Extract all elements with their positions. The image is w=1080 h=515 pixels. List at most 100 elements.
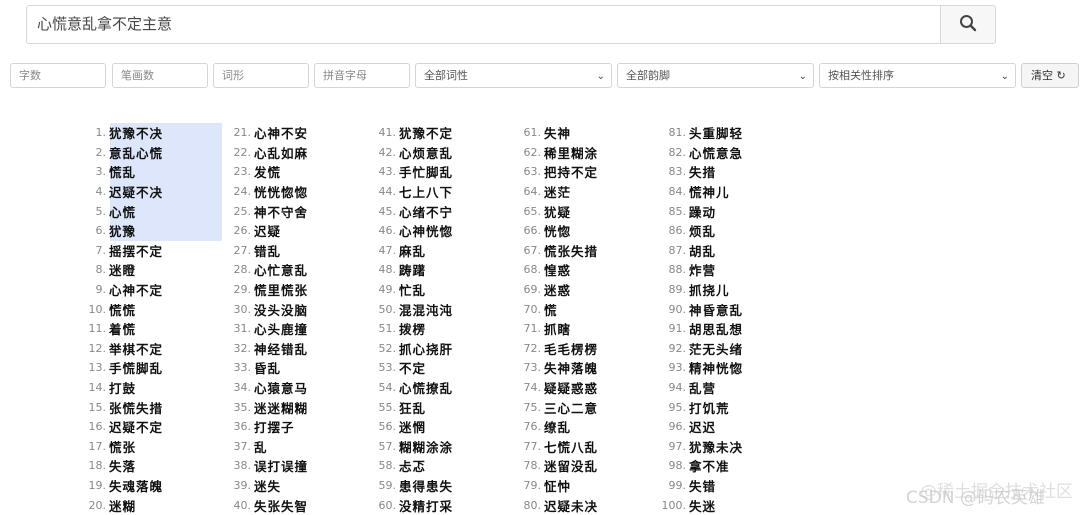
item-word[interactable]: 神昏意乱 bbox=[688, 300, 743, 319]
list-item[interactable]: 71. 抓瞎 bbox=[503, 319, 598, 339]
item-word[interactable]: 犹豫未决 bbox=[688, 437, 743, 456]
list-item[interactable]: 16. 迟疑不定 bbox=[68, 417, 163, 437]
list-item[interactable]: 18. 失落 bbox=[68, 456, 163, 476]
list-item[interactable]: 58. 忐忑 bbox=[358, 456, 453, 476]
list-item[interactable]: 67. 慌张失措 bbox=[503, 241, 598, 261]
item-word[interactable]: 七上八下 bbox=[398, 182, 453, 201]
search-button[interactable] bbox=[940, 5, 996, 44]
list-item[interactable]: 55. 狂乱 bbox=[358, 397, 453, 417]
item-word[interactable]: 胡乱 bbox=[688, 241, 716, 260]
list-item[interactable]: 34. 心猿意马 bbox=[213, 378, 308, 398]
item-word[interactable]: 没精打采 bbox=[398, 496, 453, 515]
list-item[interactable]: 50. 混混沌沌 bbox=[358, 299, 453, 319]
list-item[interactable]: 46. 心神恍惚 bbox=[358, 221, 453, 241]
list-item[interactable]: 94. 乱营 bbox=[648, 378, 743, 398]
list-item[interactable]: 26. 迟疑 bbox=[213, 221, 308, 241]
list-item[interactable]: 93. 精神恍惚 bbox=[648, 358, 743, 378]
list-item[interactable]: 100. 失迷 bbox=[648, 495, 743, 515]
item-word[interactable]: 失落 bbox=[108, 456, 136, 475]
item-word[interactable]: 心慌意急 bbox=[688, 143, 743, 162]
list-item[interactable]: 30. 没头没脑 bbox=[213, 299, 308, 319]
list-item[interactable]: 76. 缭乱 bbox=[503, 417, 598, 437]
item-word[interactable]: 错乱 bbox=[253, 241, 281, 260]
pos-select[interactable]: 全部词性 ⌄ bbox=[415, 63, 612, 88]
list-item[interactable]: 31. 心头鹿撞 bbox=[213, 319, 308, 339]
list-item[interactable]: 52. 抓心挠肝 bbox=[358, 339, 453, 359]
item-word[interactable]: 心神不安 bbox=[253, 123, 308, 142]
item-word[interactable]: 心慌撩乱 bbox=[398, 378, 453, 397]
item-word[interactable]: 张慌失措 bbox=[108, 398, 163, 417]
list-item[interactable]: 36. 打摆子 bbox=[213, 417, 308, 437]
list-item[interactable]: 96. 迟迟 bbox=[648, 417, 743, 437]
list-item[interactable]: 33. 昏乱 bbox=[213, 358, 308, 378]
item-word[interactable]: 乱 bbox=[253, 437, 268, 456]
list-item[interactable]: 38. 误打误撞 bbox=[213, 456, 308, 476]
item-word[interactable]: 打鼓 bbox=[108, 378, 136, 397]
list-item[interactable]: 28. 心忙意乱 bbox=[213, 260, 308, 280]
item-word[interactable]: 疑疑惑惑 bbox=[543, 378, 598, 397]
word-shape-input[interactable]: 词形 bbox=[213, 63, 309, 88]
pinyin-initial-input[interactable]: 拼音字母 bbox=[314, 63, 410, 88]
list-item[interactable]: 5. 心慌 bbox=[68, 201, 163, 221]
item-word[interactable]: 慌 bbox=[543, 300, 558, 319]
list-item[interactable]: 64. 迷茫 bbox=[503, 182, 598, 202]
list-item[interactable]: 61. 失神 bbox=[503, 123, 598, 143]
list-item[interactable]: 4. 迟疑不决 bbox=[68, 182, 163, 202]
list-item[interactable]: 97. 犹豫未决 bbox=[648, 437, 743, 457]
item-word[interactable]: 慌里慌张 bbox=[253, 280, 308, 299]
list-item[interactable]: 80. 迟疑未决 bbox=[503, 495, 598, 515]
list-item[interactable]: 49. 忙乱 bbox=[358, 280, 453, 300]
list-item[interactable]: 32. 神经错乱 bbox=[213, 339, 308, 359]
item-word[interactable]: 抓挠儿 bbox=[688, 280, 730, 299]
list-item[interactable]: 27. 错乱 bbox=[213, 241, 308, 261]
list-item[interactable]: 8. 迷瞪 bbox=[68, 260, 163, 280]
item-word[interactable]: 迷惑 bbox=[543, 280, 571, 299]
item-word[interactable]: 心乱如麻 bbox=[253, 143, 308, 162]
item-word[interactable]: 失迷 bbox=[688, 496, 716, 515]
item-word[interactable]: 胡思乱想 bbox=[688, 319, 743, 338]
item-word[interactable]: 失神落魄 bbox=[543, 358, 598, 377]
item-word[interactable]: 失措 bbox=[688, 162, 716, 181]
clear-button[interactable]: 清空 ↻ bbox=[1021, 63, 1079, 88]
list-item[interactable]: 29. 慌里慌张 bbox=[213, 280, 308, 300]
search-input[interactable]: 心慌意乱拿不定主意 bbox=[26, 5, 941, 44]
item-word[interactable]: 迷失 bbox=[253, 476, 281, 495]
item-word[interactable]: 恍恍惚惚 bbox=[253, 182, 308, 201]
list-item[interactable]: 48. 踌躇 bbox=[358, 260, 453, 280]
list-item[interactable]: 89. 抓挠儿 bbox=[648, 280, 743, 300]
item-word[interactable]: 打饥荒 bbox=[688, 398, 730, 417]
item-word[interactable]: 失张失智 bbox=[253, 496, 308, 515]
list-item[interactable]: 42. 心烦意乱 bbox=[358, 143, 453, 163]
list-item[interactable]: 15. 张慌失措 bbox=[68, 397, 163, 417]
item-word[interactable]: 拨楞 bbox=[398, 319, 426, 338]
list-item[interactable]: 12. 举棋不定 bbox=[68, 339, 163, 359]
item-word[interactable]: 恍惚 bbox=[543, 221, 571, 240]
list-item[interactable]: 23. 发慌 bbox=[213, 162, 308, 182]
list-item[interactable]: 81. 头重脚轻 bbox=[648, 123, 743, 143]
char-count-input[interactable]: 字数 bbox=[10, 63, 106, 88]
item-word[interactable]: 心神不定 bbox=[108, 280, 163, 299]
list-item[interactable]: 43. 手忙脚乱 bbox=[358, 162, 453, 182]
list-item[interactable]: 54. 心慌撩乱 bbox=[358, 378, 453, 398]
list-item[interactable]: 72. 毛毛楞楞 bbox=[503, 339, 598, 359]
list-item[interactable]: 41. 犹豫不定 bbox=[358, 123, 453, 143]
item-word[interactable]: 慌神儿 bbox=[688, 182, 730, 201]
item-word[interactable]: 麻乱 bbox=[398, 241, 426, 260]
list-item[interactable]: 79. 怔忡 bbox=[503, 476, 598, 496]
list-item[interactable]: 95. 打饥荒 bbox=[648, 397, 743, 417]
item-word[interactable]: 迷迷糊糊 bbox=[253, 398, 308, 417]
item-word[interactable]: 慌乱 bbox=[108, 162, 136, 181]
item-word[interactable]: 迷茫 bbox=[543, 182, 571, 201]
item-word[interactable]: 迟疑 bbox=[253, 221, 281, 240]
list-item[interactable]: 3. 慌乱 bbox=[68, 162, 163, 182]
item-word[interactable]: 躁动 bbox=[688, 202, 716, 221]
item-word[interactable]: 把持不定 bbox=[543, 162, 598, 181]
item-word[interactable]: 狂乱 bbox=[398, 398, 426, 417]
item-word[interactable]: 慌慌 bbox=[108, 300, 136, 319]
list-item[interactable]: 11. 着慌 bbox=[68, 319, 163, 339]
list-item[interactable]: 59. 患得患失 bbox=[358, 476, 453, 496]
list-item[interactable]: 57. 糊糊涂涂 bbox=[358, 437, 453, 457]
item-word[interactable]: 失神 bbox=[543, 123, 571, 142]
stroke-count-input[interactable]: 笔画数 bbox=[112, 63, 208, 88]
item-word[interactable]: 心绪不宁 bbox=[398, 202, 453, 221]
